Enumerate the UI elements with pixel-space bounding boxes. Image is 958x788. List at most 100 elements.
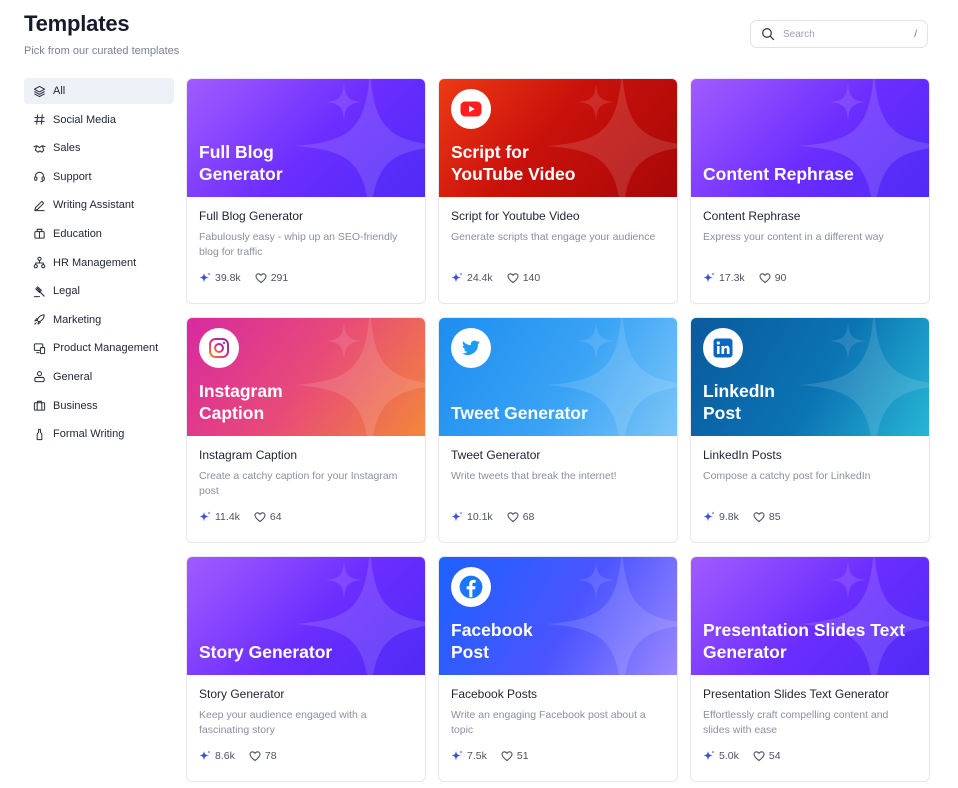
usage-count: 39.8k xyxy=(199,272,241,284)
template-card[interactable]: LinkedIn Post LinkedIn Posts Compose a cat… xyxy=(690,317,930,543)
like-button[interactable]: 291 xyxy=(255,272,289,284)
facebook-icon xyxy=(451,567,491,607)
like-button[interactable]: 85 xyxy=(753,511,781,523)
sidebar-item-formal-writing[interactable]: Formal Writing xyxy=(24,421,174,447)
usage-count-value: 11.4k xyxy=(215,511,240,523)
youtube-icon xyxy=(451,89,491,129)
like-count: 291 xyxy=(270,272,289,284)
template-title: Full Blog Generator xyxy=(199,209,304,223)
sparkle-icon xyxy=(451,272,463,283)
sidebar-item-label: Support xyxy=(53,170,92,183)
usage-count-value: 24.4k xyxy=(467,272,493,284)
template-card[interactable]: Tweet Generator Tweet Generator Write twee… xyxy=(438,317,678,543)
banner-title: Presentation Slides Text Generator xyxy=(703,620,905,662)
sidebar-item-hr-management[interactable]: HR Management xyxy=(24,250,174,276)
template-card[interactable]: Instagram Caption Instagram Caption Create… xyxy=(186,317,426,543)
template-banner: Content Rephrase xyxy=(691,79,929,197)
rocket-icon xyxy=(32,313,46,327)
pen-icon xyxy=(32,198,46,212)
sidebar-item-label: General xyxy=(53,370,93,383)
sparkle-icon xyxy=(199,272,211,283)
like-count: 78 xyxy=(264,750,277,762)
template-description: Write an engaging Facebook post about a … xyxy=(451,709,646,736)
template-card[interactable]: Full Blog Generator Full Blog Generator Fa… xyxy=(186,78,426,304)
heart-icon xyxy=(249,751,261,762)
like-count: 85 xyxy=(768,511,781,523)
like-button[interactable]: 51 xyxy=(501,750,529,762)
sidebar-item-support[interactable]: Support xyxy=(24,164,174,190)
sparkle-decoration-icon xyxy=(577,83,615,121)
usage-count: 24.4k xyxy=(451,272,493,284)
heart-icon xyxy=(507,512,519,523)
sparkle-decoration-icon xyxy=(829,561,867,599)
template-title: Instagram Caption xyxy=(199,448,298,462)
sidebar-item-education[interactable]: Education xyxy=(24,221,174,247)
sparkle-decoration-icon xyxy=(829,322,867,360)
template-title: Script for Youtube Video xyxy=(451,209,580,223)
twitter-icon xyxy=(451,328,491,368)
template-description: Fabulously easy - whip up an SEO-friendl… xyxy=(199,231,398,258)
sidebar-item-marketing[interactable]: Marketing xyxy=(24,307,174,333)
template-title: LinkedIn Posts xyxy=(703,448,782,462)
gavel-icon xyxy=(32,284,46,298)
linkedin-icon xyxy=(703,328,743,368)
like-button[interactable]: 54 xyxy=(753,750,781,762)
sidebar-item-product-management[interactable]: Product Management xyxy=(24,335,174,361)
template-title: Content Rephrase xyxy=(703,209,801,223)
template-description: Generate scripts that engage your audien… xyxy=(451,231,656,243)
sidebar-item-sales[interactable]: Sales xyxy=(24,135,174,161)
like-button[interactable]: 68 xyxy=(507,511,535,523)
org-chart-icon xyxy=(32,256,46,270)
like-count: 64 xyxy=(269,511,282,523)
sparkle-decoration-icon xyxy=(325,561,363,599)
like-count: 51 xyxy=(516,750,529,762)
usage-count-value: 8.6k xyxy=(215,750,235,762)
template-card[interactable]: Facebook Post Facebook Posts Write an enga… xyxy=(438,556,678,782)
handshake-icon xyxy=(32,141,46,155)
banner-title: Full Blog Generator xyxy=(199,142,283,184)
sidebar-item-business[interactable]: Business xyxy=(24,393,174,419)
sparkle-icon xyxy=(199,750,211,761)
template-title: Presentation Slides Text Generator xyxy=(703,687,889,701)
sidebar-item-label: Education xyxy=(53,227,102,240)
usage-count: 17.3k xyxy=(703,272,745,284)
sidebar-item-label: Formal Writing xyxy=(53,428,125,441)
like-button[interactable]: 90 xyxy=(759,272,787,284)
page-title: Templates xyxy=(24,11,130,36)
briefcase-icon xyxy=(32,399,46,413)
template-card[interactable]: Story Generator Story Generator Keep your … xyxy=(186,556,426,782)
template-title: Story Generator xyxy=(199,687,285,701)
banner-title: Tweet Generator xyxy=(451,403,588,423)
like-button[interactable]: 64 xyxy=(254,511,282,523)
template-grid: Full Blog Generator Full Blog Generator Fa… xyxy=(186,78,930,782)
sparkle-icon xyxy=(703,511,715,522)
search-input[interactable] xyxy=(783,28,903,40)
like-count: 68 xyxy=(522,511,535,523)
template-card[interactable]: Content Rephrase Content Rephrase Express … xyxy=(690,78,930,304)
template-card[interactable]: Script for YouTube Video Script for Youtu… xyxy=(438,78,678,304)
template-description: Keep your audience engaged with a fascin… xyxy=(199,709,367,736)
sidebar-item-writing-assistant[interactable]: Writing Assistant xyxy=(24,192,174,218)
sidebar-item-label: Sales xyxy=(53,142,81,155)
sidebar-item-general[interactable]: General xyxy=(24,364,174,390)
search-icon xyxy=(761,27,775,41)
like-button[interactable]: 140 xyxy=(507,272,540,284)
banner-title: Script for YouTube Video xyxy=(451,142,576,184)
like-button[interactable]: 78 xyxy=(249,750,277,762)
template-banner: Presentation Slides Text Generator xyxy=(691,557,929,675)
template-card[interactable]: Presentation Slides Text Generator Presen… xyxy=(690,556,930,782)
sidebar-item-social-media[interactable]: Social Media xyxy=(24,107,174,133)
headset-icon xyxy=(32,170,46,184)
sparkle-icon xyxy=(451,511,463,522)
usage-count: 11.4k xyxy=(199,511,240,523)
sparkle-decoration-icon xyxy=(325,83,363,121)
banner-title: LinkedIn Post xyxy=(703,381,775,423)
sidebar-item-label: Writing Assistant xyxy=(53,199,135,212)
search-box[interactable]: / xyxy=(750,20,928,48)
sidebar-item-all[interactable]: All xyxy=(24,78,174,104)
sparkle-icon xyxy=(199,511,211,522)
sidebar-item-legal[interactable]: Legal xyxy=(24,278,174,304)
sidebar-item-label: Social Media xyxy=(53,113,116,126)
heart-icon xyxy=(507,273,519,284)
like-count: 90 xyxy=(774,272,787,284)
